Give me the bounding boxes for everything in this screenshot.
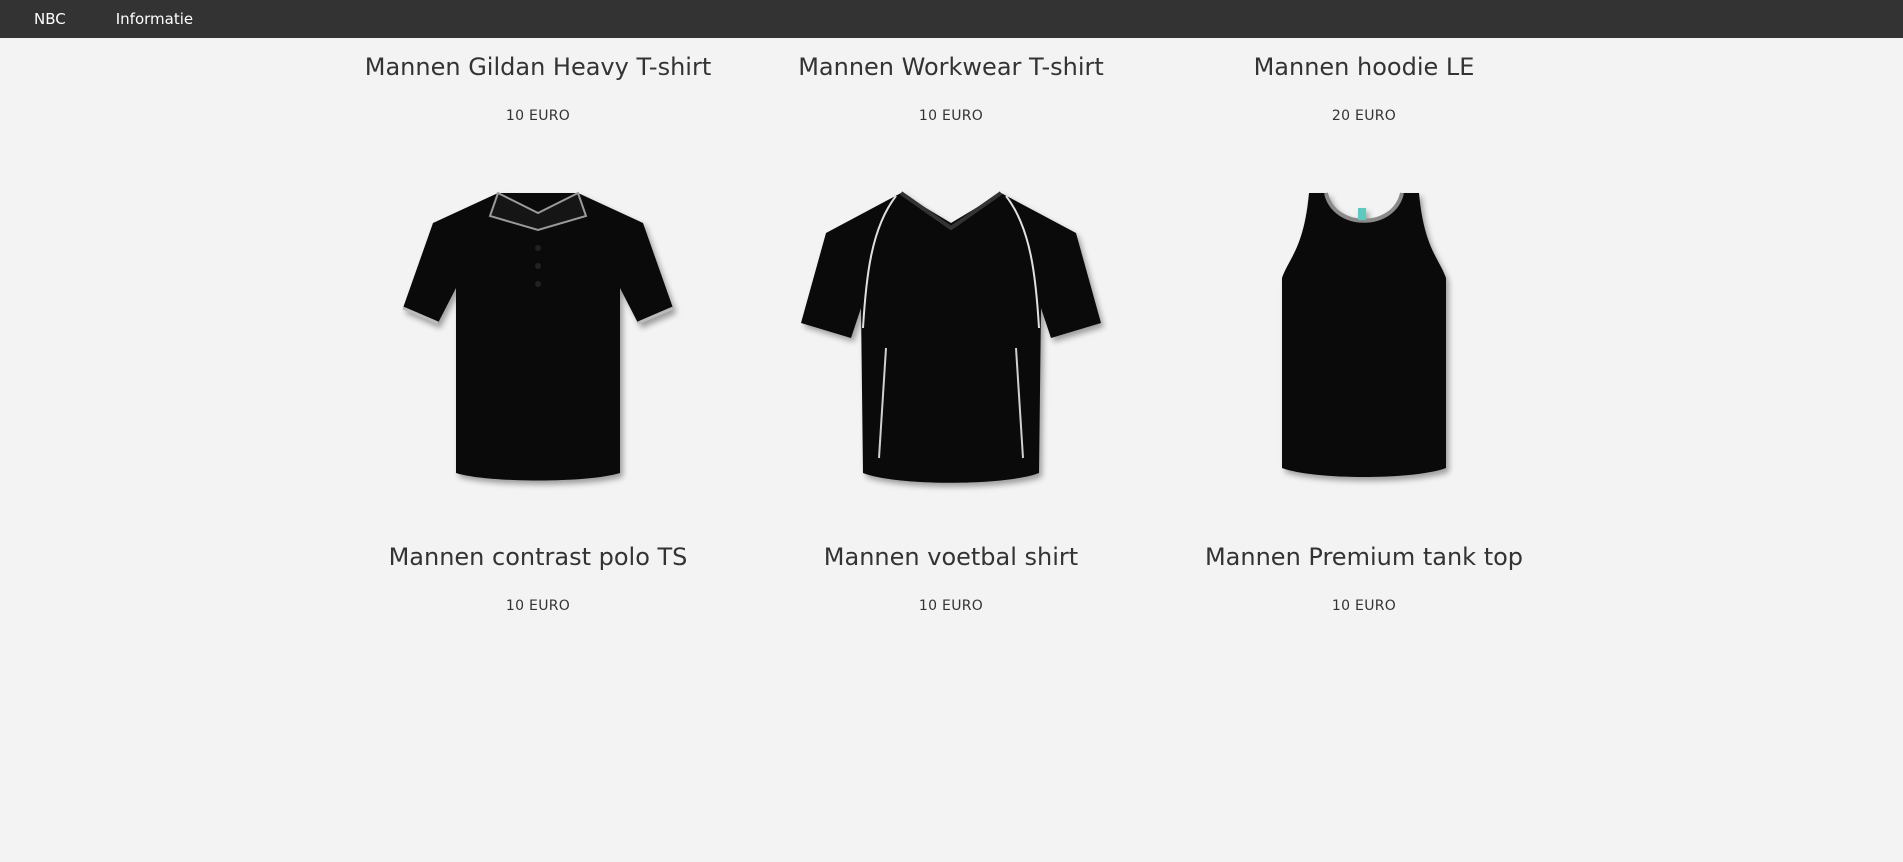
product-title[interactable]: Mannen voetbal shirt (761, 543, 1141, 571)
product-image[interactable] (1214, 168, 1514, 498)
product-title[interactable]: Mannen Workwear T-shirt (761, 53, 1141, 81)
product-title[interactable]: Mannen hoodie LE (1174, 53, 1554, 81)
nav-link-informatie[interactable]: Informatie (116, 10, 193, 28)
product-title[interactable]: Mannen contrast polo TS (348, 543, 728, 571)
product-price: 20 EURO (1331, 108, 1397, 124)
product-card[interactable]: Mannen hoodie LE 20 EURO (1174, 38, 1554, 138)
product-card[interactable]: Mannen voetbal shirt 10 EURO (761, 138, 1141, 628)
product-title[interactable]: Mannen Gildan Heavy T-shirt (348, 53, 728, 81)
product-card[interactable]: Mannen Premium tank top 10 EURO (1174, 138, 1554, 628)
product-image[interactable] (388, 168, 688, 498)
football-shirt-icon (801, 191, 1101, 483)
product-price: 10 EURO (918, 108, 984, 124)
product-row: Mannen contrast polo TS 10 EURO Mannen v… (0, 138, 1903, 628)
polo-icon (402, 191, 674, 481)
product-price: 10 EURO (918, 598, 984, 614)
product-price: 10 EURO (505, 108, 571, 124)
tank-top-icon (1282, 192, 1446, 477)
product-list: Mannen Gildan Heavy T-shirt 10 EURO Mann… (0, 38, 1903, 862)
product-price: 10 EURO (1331, 598, 1397, 614)
product-title[interactable]: Mannen Premium tank top (1174, 543, 1554, 571)
top-navbar: NBC Informatie (0, 0, 1903, 38)
nav-link-nbc[interactable]: NBC (34, 10, 66, 28)
product-card[interactable]: Mannen Workwear T-shirt 10 EURO (761, 38, 1141, 138)
product-card[interactable]: Mannen contrast polo TS 10 EURO (348, 138, 728, 628)
product-row: Mannen Gildan Heavy T-shirt 10 EURO Mann… (0, 38, 1903, 138)
product-card[interactable]: Mannen Gildan Heavy T-shirt 10 EURO (348, 38, 728, 138)
product-price: 10 EURO (505, 598, 571, 614)
product-image[interactable] (801, 168, 1101, 498)
